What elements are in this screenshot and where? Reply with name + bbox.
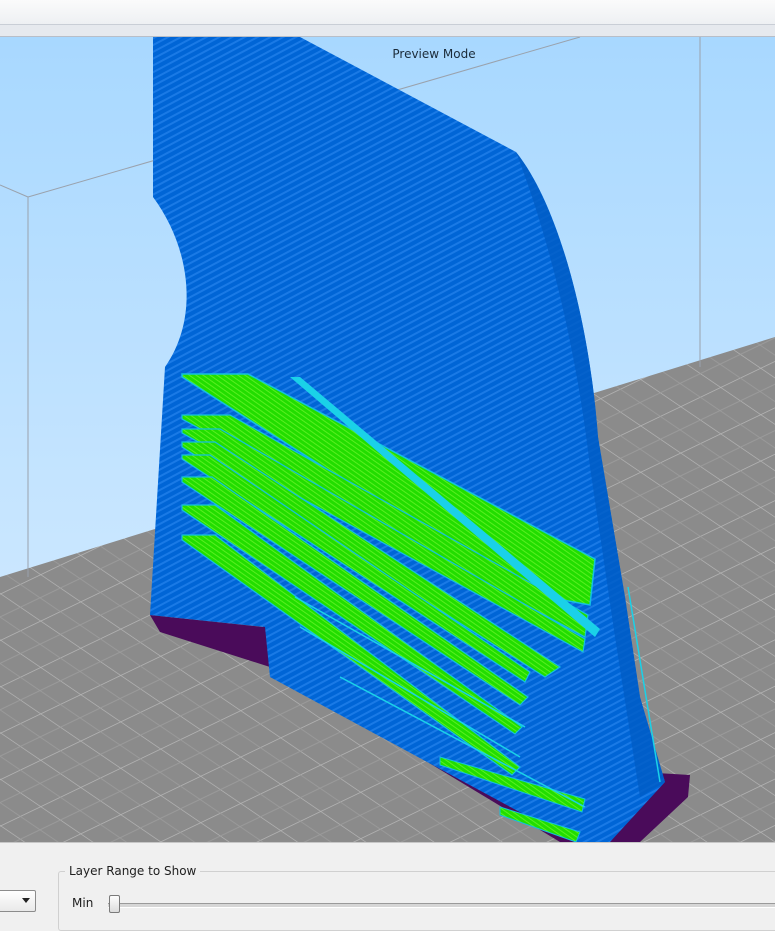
preview-mode-label: Preview Mode xyxy=(392,47,476,61)
preview-scene xyxy=(0,37,775,842)
min-layer-slider-thumb[interactable] xyxy=(109,895,120,913)
toolbar-strip xyxy=(0,24,775,37)
title-bar xyxy=(0,0,775,24)
bottom-panel: Layer Range to Show Min xyxy=(0,842,775,931)
layer-range-group xyxy=(58,871,775,931)
min-layer-slider-track[interactable] xyxy=(108,903,775,908)
layer-range-title: Layer Range to Show xyxy=(65,864,201,878)
3d-preview-viewport[interactable]: Preview Mode xyxy=(0,37,775,842)
chevron-down-icon xyxy=(22,898,30,903)
view-mode-select[interactable] xyxy=(0,890,36,912)
min-label: Min xyxy=(72,896,94,910)
